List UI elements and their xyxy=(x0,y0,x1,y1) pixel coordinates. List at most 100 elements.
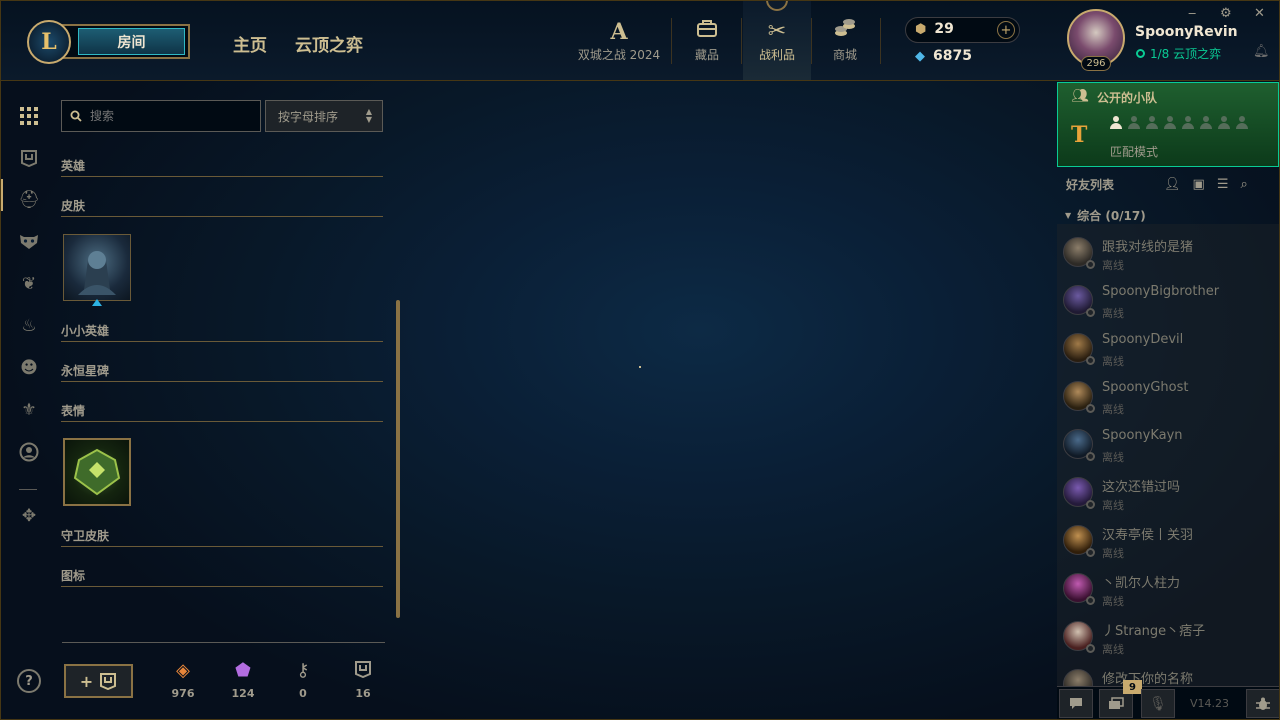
play-button[interactable]: 房间 xyxy=(58,24,190,59)
sort-label: 按字母排序 xyxy=(278,109,339,124)
search-icon[interactable]: ⌕ xyxy=(1240,177,1247,192)
list-item[interactable]: 跟我对线的是猪 离线 xyxy=(1063,232,1277,276)
bug-report-icon[interactable] xyxy=(1246,689,1280,718)
store-icon xyxy=(833,18,857,46)
active-indicator xyxy=(0,179,3,211)
friend-status: 离线 xyxy=(1102,499,1124,512)
category-icons[interactable]: 图标 xyxy=(61,567,383,587)
rail-divider xyxy=(19,489,37,490)
minimize-icon[interactable]: ‒ xyxy=(1188,6,1196,21)
be-amount: 6875 xyxy=(933,48,972,64)
chat-bubble-icon[interactable] xyxy=(1059,689,1093,718)
orange-essence-icon: ◈ xyxy=(176,660,190,681)
emote-badge-icon xyxy=(73,448,121,496)
notification-count-badge: 9 xyxy=(1123,680,1142,694)
microphone-icon[interactable]: 🎙︎ xyxy=(1141,689,1175,718)
offline-dot-icon xyxy=(1086,308,1095,317)
offline-dot-icon xyxy=(1086,452,1095,461)
friend-status: 离线 xyxy=(1102,451,1124,464)
list-item[interactable]: 丶凯尔人柱力 离线 xyxy=(1063,568,1277,612)
nav-home[interactable]: 主页 xyxy=(233,31,267,56)
settings-gear-icon[interactable]: ⚙ xyxy=(1220,6,1232,21)
profile-icon-icon[interactable] xyxy=(18,441,40,463)
list-item[interactable]: 修改下你的名称 xyxy=(1063,664,1277,686)
stat-value: 16 xyxy=(355,687,371,700)
rp-amount: 29 xyxy=(934,21,954,37)
tab-loot[interactable]: ✂ 战利品 xyxy=(743,0,811,80)
little-legend-icon[interactable]: ❦ xyxy=(18,273,40,295)
stat-value: 124 xyxy=(231,687,255,700)
party-slot-empty[interactable] xyxy=(1163,116,1177,132)
champion-helmet-icon[interactable]: ⛑ xyxy=(18,189,40,211)
search-input[interactable] xyxy=(90,109,240,123)
emote-tile[interactable] xyxy=(63,438,131,506)
all-items-grid-icon[interactable] xyxy=(18,105,40,127)
party-slot-empty[interactable] xyxy=(1127,116,1141,132)
blue-essence: ◆ 6875 xyxy=(915,48,972,64)
collection-scrollbar[interactable] xyxy=(396,300,400,618)
close-icon[interactable]: ✕ xyxy=(1254,6,1265,21)
list-view-icon[interactable]: ☰ xyxy=(1217,177,1229,192)
ward-skin-icon[interactable]: ⚜ xyxy=(18,399,40,421)
riot-points: ⬢ 29 xyxy=(915,21,954,37)
friends-title: 好友列表 xyxy=(1066,177,1115,192)
skin-mask-icon[interactable] xyxy=(18,231,40,253)
friend-status: 离线 xyxy=(1102,259,1124,272)
orange-essence-stat: ◈ 976 xyxy=(163,660,203,700)
skin-tile[interactable] xyxy=(63,234,131,306)
plus-icon: + xyxy=(79,671,94,691)
mythic-essence-icon: ⬟ xyxy=(235,660,251,681)
tab-label: 藏品 xyxy=(694,47,719,62)
category-eternals[interactable]: 永恒星碑 xyxy=(61,362,383,382)
category-emotes[interactable]: 表情 xyxy=(61,402,383,422)
list-item[interactable]: SpoonyGhost 离线 xyxy=(1063,376,1277,420)
buy-rp-button[interactable]: + xyxy=(997,21,1015,39)
chest-icon xyxy=(100,673,117,690)
list-item[interactable]: 这次还错过吗 离线 xyxy=(1063,472,1277,516)
league-logo-icon[interactable]: L xyxy=(27,20,71,64)
friends-list[interactable]: 跟我对线的是猪 离线 SpoonyBigbrother 离线 SpoonyDevil… xyxy=(1057,224,1279,686)
party-slot-empty[interactable] xyxy=(1235,116,1249,132)
tab-collection[interactable]: 藏品 xyxy=(676,0,738,80)
tft-tactician-icon[interactable]: ✥ xyxy=(18,505,40,527)
tab-label: 商城 xyxy=(832,47,857,62)
list-item[interactable]: 汉寿亭侯丨关羽 离线 xyxy=(1063,520,1277,564)
category-little-legends[interactable]: 小小英雄 xyxy=(61,322,383,342)
party-slot-filled xyxy=(1109,116,1123,132)
category-champions[interactable]: 英雄 xyxy=(61,157,383,177)
search-box[interactable] xyxy=(61,100,261,132)
party-slot-empty[interactable] xyxy=(1145,116,1159,132)
friend-status: 离线 xyxy=(1102,595,1124,608)
party-slot-empty[interactable] xyxy=(1199,116,1213,132)
client-window: L 房间 主页 云顶之弈 A 双城之战 2024 藏品 ✂ 战利品 商城 ⬢ 2… xyxy=(0,0,1280,720)
friend-name: SpoonyDevil xyxy=(1102,332,1184,347)
tab-arcane-event[interactable]: A 双城之战 2024 xyxy=(575,0,663,80)
help-button[interactable]: ? xyxy=(17,669,41,693)
notifications-bell-icon[interactable]: 🔔︎ xyxy=(1253,44,1270,59)
friend-group-header[interactable]: ▼ 综合 (0/17) xyxy=(1065,207,1146,224)
emote-face-icon[interactable]: ☻ xyxy=(18,357,40,379)
sort-dropdown[interactable]: 按字母排序 ▲ ▼ xyxy=(265,100,383,132)
add-loot-button[interactable]: + xyxy=(64,664,133,698)
tab-label: 战利品 xyxy=(758,47,795,62)
add-friend-icon[interactable]: 👤︎ xyxy=(1164,177,1181,192)
category-skins[interactable]: 皮肤 xyxy=(61,197,383,217)
list-item[interactable]: SpoonyDevil 离线 xyxy=(1063,328,1277,372)
chevron-down-icon: ▼ xyxy=(1065,211,1072,220)
list-item[interactable]: 丿Strange丶痞子 离线 xyxy=(1063,616,1277,660)
offline-dot-icon xyxy=(1086,404,1095,413)
username[interactable]: SpoonyRevin xyxy=(1135,24,1238,40)
nav-tft[interactable]: 云顶之弈 xyxy=(295,31,363,56)
list-item[interactable]: SpoonyKayn 离线 xyxy=(1063,424,1277,468)
category-ward-skins[interactable]: 守卫皮肤 xyxy=(61,527,383,547)
party-slot-empty[interactable] xyxy=(1181,116,1195,132)
add-folder-icon[interactable]: ▣ xyxy=(1193,177,1205,192)
eternals-flame-icon[interactable]: ♨ xyxy=(18,315,40,337)
chest-icon[interactable] xyxy=(18,147,40,169)
friend-status: 离线 xyxy=(1102,643,1124,656)
list-item[interactable]: SpoonyBigbrother 离线 xyxy=(1063,280,1277,324)
tab-store[interactable]: 商城 xyxy=(815,0,875,80)
friend-name: 汉寿亭侯丨关羽 xyxy=(1102,528,1194,543)
party-slot-empty[interactable] xyxy=(1217,116,1231,132)
offline-dot-icon xyxy=(1086,260,1095,269)
